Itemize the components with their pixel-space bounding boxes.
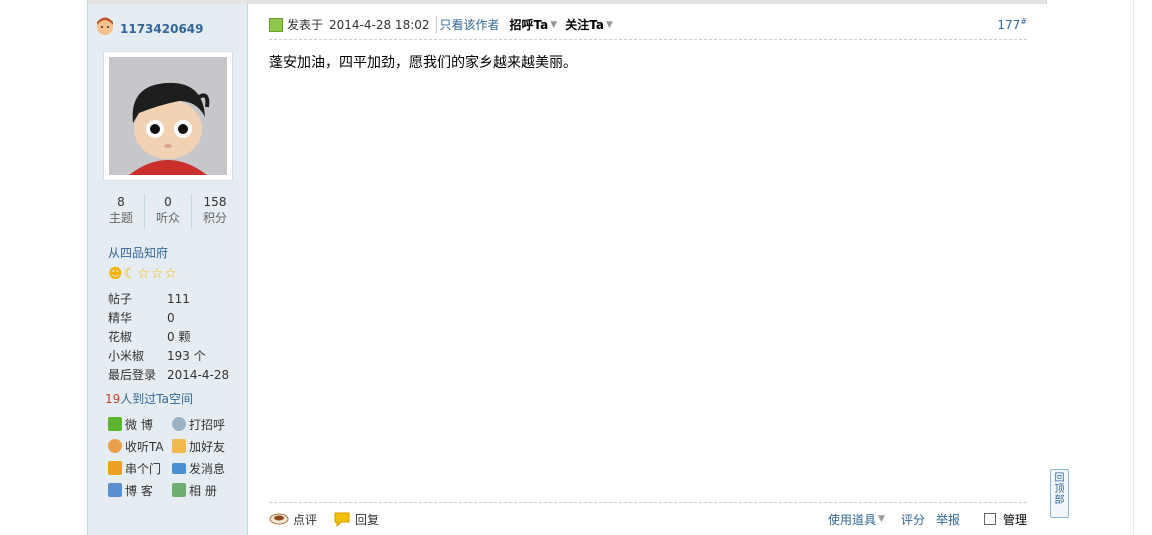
- report-link[interactable]: 举报: [936, 511, 960, 528]
- post-header: 发表于 2014-4-28 18:02 只看该作者 招呼Ta ▼ 关注Ta ▼ 17…: [269, 10, 1027, 40]
- stat-threads[interactable]: 8 主题: [98, 194, 145, 228]
- reply-button[interactable]: 回复: [333, 510, 379, 528]
- manage-label: 管理: [1002, 512, 1027, 527]
- stat-followers[interactable]: 0 听众: [145, 194, 192, 228]
- info-row: 最后登录 2014-4-28: [108, 368, 230, 382]
- info-row: 帖子 111: [108, 292, 190, 306]
- post-main: 发表于 2014-4-28 18:02 只看该作者 招呼Ta ▼ 关注Ta ▼ 17…: [249, 4, 1047, 535]
- floor-number-link[interactable]: 177#: [997, 17, 1027, 32]
- info-row: 精华 0: [108, 311, 175, 325]
- rank-link[interactable]: 从四品知府: [108, 244, 168, 261]
- info-row: 小米椒 193 个: [108, 349, 206, 363]
- sun-icon: ☻: [108, 266, 123, 282]
- post-content: 蓬安加油，四平加劲，愿我们的家乡越来越美丽。: [269, 55, 577, 71]
- star-icon: ☆: [164, 266, 177, 282]
- only-author-link[interactable]: 只看该作者: [435, 16, 500, 33]
- avatar-image: [109, 57, 227, 175]
- author-stats: 8 主题 0 听众 158 积分: [98, 194, 238, 228]
- handshake-icon: [172, 439, 186, 453]
- follow-button[interactable]: 收听TA: [108, 437, 172, 455]
- weibo-button[interactable]: 微 博: [108, 415, 172, 433]
- avatar[interactable]: [103, 51, 233, 181]
- author-sidebar: 1173420649 8 主题 0 听众 158 积分 从四品知府 ☻ ☾ ☆ …: [88, 4, 248, 535]
- comment-button[interactable]: 点评: [269, 510, 317, 528]
- rate-link[interactable]: 评分: [901, 511, 925, 528]
- speech-bubble-icon: [334, 512, 350, 527]
- info-row: 花椒 0 颗: [108, 330, 191, 344]
- chevron-down-icon: ▼: [605, 19, 613, 30]
- greet-icon: [172, 417, 186, 431]
- chevron-down-icon: ▼: [550, 19, 558, 30]
- user-icon: [97, 17, 113, 35]
- manage-checkbox[interactable]: [983, 513, 996, 525]
- tools-dropdown[interactable]: 使用道具 ▼: [828, 511, 885, 528]
- follow-dropdown[interactable]: 关注Ta ▼: [565, 16, 613, 33]
- album-icon: [172, 483, 186, 497]
- star-icon: ☆: [150, 266, 164, 282]
- star-icon: ☆: [137, 266, 150, 282]
- visit-home-button[interactable]: 串个门: [108, 459, 172, 477]
- album-button[interactable]: 相 册: [172, 481, 242, 499]
- blog-icon: [108, 483, 122, 497]
- stat-points[interactable]: 158 积分: [192, 194, 238, 228]
- add-friend-button[interactable]: 加好友: [172, 437, 242, 455]
- chevron-down-icon: ▼: [878, 514, 885, 524]
- rank-stars: ☻ ☾ ☆ ☆ ☆: [108, 267, 177, 281]
- back-to-top-button[interactable]: 回 顶 部: [1050, 469, 1069, 518]
- author-actions: 微 博 打招呼 收听TA 加好友 串个门 发消息 博 客 相 册: [108, 415, 243, 499]
- follow-icon: [108, 439, 122, 453]
- weibo-icon: [108, 417, 122, 431]
- greet-dropdown[interactable]: 招呼Ta ▼: [510, 16, 558, 33]
- greet-button[interactable]: 打招呼: [172, 415, 242, 433]
- coffee-cup-icon: [269, 513, 289, 525]
- post-container: 1173420649 8 主题 0 听众 158 积分 从四品知府 ☻ ☾ ☆ …: [87, 0, 1047, 535]
- page-right-border: [1133, 0, 1134, 535]
- post-footer: 点评 回复 使用道具 ▼ 评分 举报 管理: [269, 502, 1027, 535]
- space-visitors-link[interactable]: 19人到过Ta空间: [105, 390, 193, 407]
- blog-button[interactable]: 博 客: [108, 481, 172, 499]
- home-icon: [108, 461, 122, 475]
- send-message-button[interactable]: 发消息: [172, 459, 242, 477]
- moon-icon: ☾: [123, 266, 137, 282]
- author-name-link[interactable]: 1173420649: [120, 22, 204, 36]
- online-status-icon: [269, 17, 283, 32]
- author-header: 1173420649: [94, 14, 204, 38]
- author-info: 帖子 111 精华 0 花椒 0 颗 小米椒 193 个 最后登录 2014-4-28: [108, 290, 243, 385]
- mail-icon: [172, 462, 186, 474]
- post-datetime: 2014-4-28 18:02: [329, 17, 430, 32]
